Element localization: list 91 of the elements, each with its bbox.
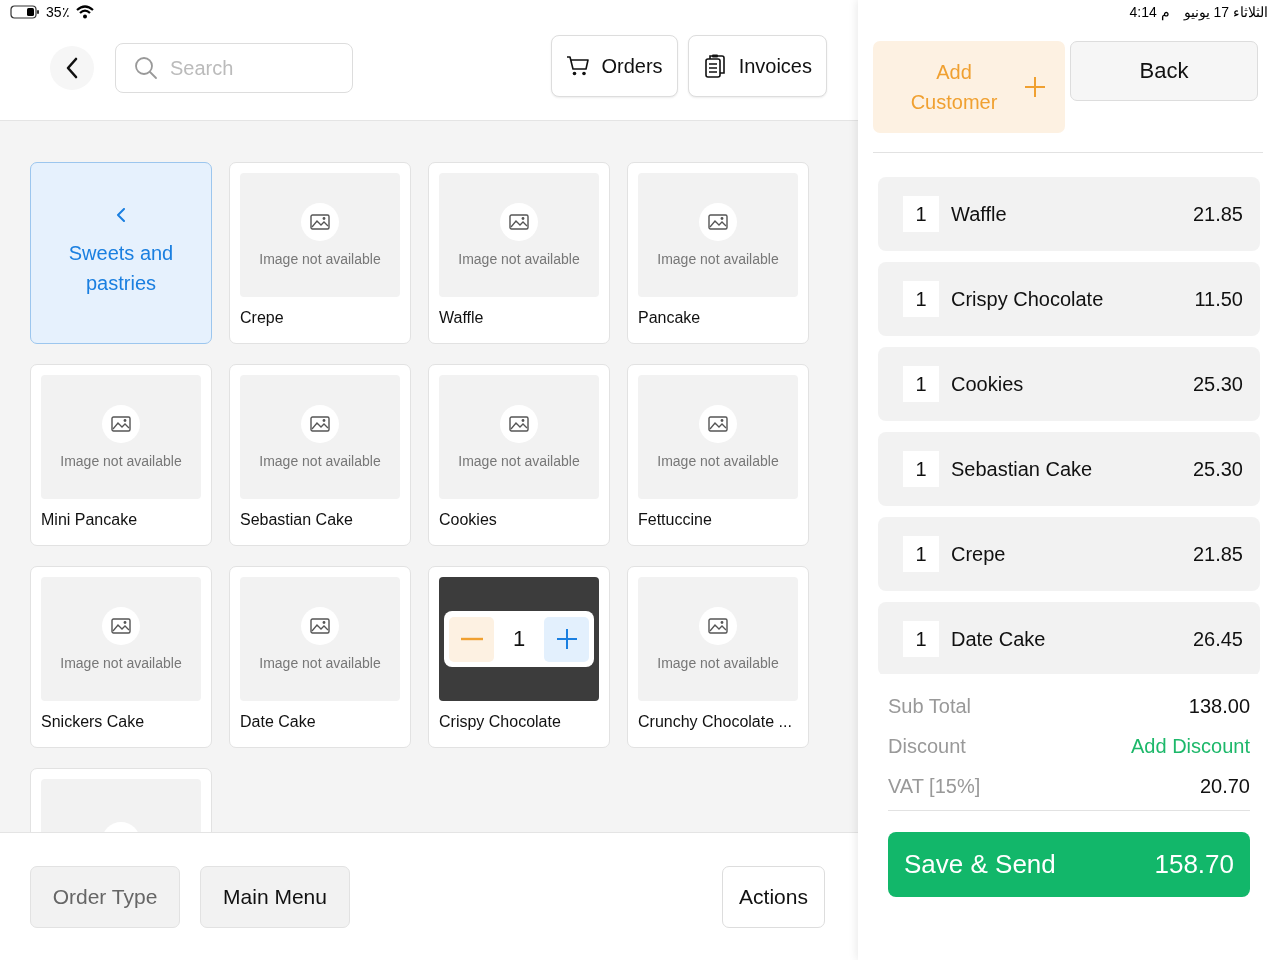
battery-percentage: 35٪	[46, 4, 70, 20]
back-icon	[65, 57, 79, 79]
image-icon	[708, 416, 728, 432]
placeholder-text: Image not available	[259, 251, 381, 267]
placeholder-text: Image not available	[657, 251, 779, 267]
item-price: 11.50	[1194, 287, 1243, 311]
product-name: Fettuccine	[638, 511, 713, 529]
placeholder-text: Image not available	[259, 655, 381, 671]
item-name: Sebastian Cake	[951, 457, 1094, 481]
product-card[interactable]: Image not available Mini Pancake	[30, 364, 212, 546]
product-card[interactable]: Image not available Crepe	[229, 162, 411, 344]
product-card[interactable]: Image not available Cookies	[428, 364, 610, 546]
product-name: Crispy Chocolate	[439, 713, 562, 731]
product-card[interactable]: Image not available Pancake	[627, 162, 809, 344]
orders-button[interactable]: Orders	[550, 35, 678, 97]
quantity-box: 1	[903, 281, 939, 317]
product-name: Waffle	[439, 309, 485, 327]
image-icon	[708, 214, 728, 230]
item-name: Waffle	[951, 202, 1008, 226]
summary-label: Discount	[888, 734, 966, 758]
category-card[interactable]: Sweets and pastries	[30, 162, 212, 344]
image-icon	[111, 618, 131, 634]
quantity-box: 1	[903, 196, 939, 232]
image-icon	[509, 214, 529, 230]
invoices-button[interactable]: Invoices	[687, 35, 827, 97]
clipboard-icon	[702, 53, 727, 79]
quantity-box: 1	[903, 621, 939, 657]
summary-label: Sub Total	[888, 694, 972, 718]
item-price: 21.85	[1192, 202, 1243, 226]
item-price: 25.30	[1192, 372, 1243, 396]
item-name: Cookies	[951, 372, 1025, 396]
wifi-icon	[75, 5, 94, 19]
placeholder-text: Image not available	[458, 453, 580, 469]
summary-value: 20.70	[1199, 774, 1250, 798]
item-price: 21.85	[1192, 542, 1243, 566]
order-type-button[interactable]: Order Type	[30, 865, 180, 928]
decrease-button[interactable]	[449, 616, 494, 662]
product-name: Pancake	[638, 309, 702, 327]
placeholder-text: Image not available	[259, 453, 381, 469]
item-price: 26.45	[1192, 627, 1243, 651]
product-name: Sebastian Cake	[240, 511, 354, 529]
placeholder-text: Image not available	[60, 453, 182, 469]
minus-icon	[459, 637, 484, 641]
increase-button[interactable]	[544, 616, 589, 662]
product-name: Crunchy Chocolate ...	[638, 713, 793, 731]
image-icon	[509, 416, 529, 432]
back-button[interactable]	[50, 46, 94, 90]
product-name: Mini Pancake	[41, 511, 139, 529]
product-card[interactable]: Image not available Sebastian Cake	[229, 364, 411, 546]
status-date: الثلاثاء 17 يونيو	[1183, 4, 1268, 20]
image-icon	[310, 214, 330, 230]
product-card[interactable]: Image not available Date Cake	[229, 566, 411, 748]
placeholder-text: Image not available	[657, 655, 779, 671]
image-icon	[111, 416, 131, 432]
quantity-value: 1	[512, 626, 526, 652]
product-card[interactable]: Image not available Snickers Cake	[30, 566, 212, 748]
product-card[interactable]: Image not available Fettuccine	[627, 364, 809, 546]
plus-icon	[1023, 75, 1047, 99]
main-menu-button[interactable]: Main Menu	[200, 865, 350, 928]
quantity-stepper[interactable]: 1	[444, 611, 594, 667]
category-label: Sweets and pastries	[67, 241, 175, 296]
battery-icon	[10, 5, 40, 19]
status-time: 4:14 م	[1129, 4, 1170, 20]
quantity-box: 1	[903, 451, 939, 487]
back-button[interactable]: Back	[1070, 41, 1258, 101]
product-name: Date Cake	[240, 713, 317, 731]
placeholder-text: Image not available	[60, 655, 182, 671]
product-card[interactable]: Image not available Waffle	[428, 162, 610, 344]
chevron-left-icon	[116, 208, 126, 222]
quantity-box: 1	[903, 366, 939, 402]
product-card[interactable]: 1 Crispy Chocolate	[428, 566, 610, 748]
item-name: Date Cake	[951, 627, 1047, 651]
search-field[interactable]: Search	[115, 43, 353, 93]
item-name: Crispy Chocolate	[951, 287, 1105, 311]
image-icon	[310, 618, 330, 634]
placeholder-text: Image not available	[458, 251, 580, 267]
product-name: Cookies	[439, 511, 498, 529]
product-name: Crepe	[240, 309, 285, 327]
product-card[interactable]: Image not available Crunchy Chocolate ...	[627, 566, 809, 748]
plus-icon	[554, 627, 579, 651]
actions-button[interactable]: Actions	[722, 865, 825, 928]
item-name: Crepe	[951, 542, 1007, 566]
quantity-box: 1	[903, 536, 939, 572]
summary-label: VAT [15%]	[888, 774, 981, 798]
summary-value: 138.00	[1188, 694, 1250, 718]
image-icon	[310, 416, 330, 432]
image-icon	[708, 618, 728, 634]
cart-icon	[565, 55, 590, 77]
placeholder-text: Image not available	[657, 453, 779, 469]
product-name: Snickers Cake	[41, 713, 146, 731]
item-price: 25.30	[1192, 457, 1243, 481]
